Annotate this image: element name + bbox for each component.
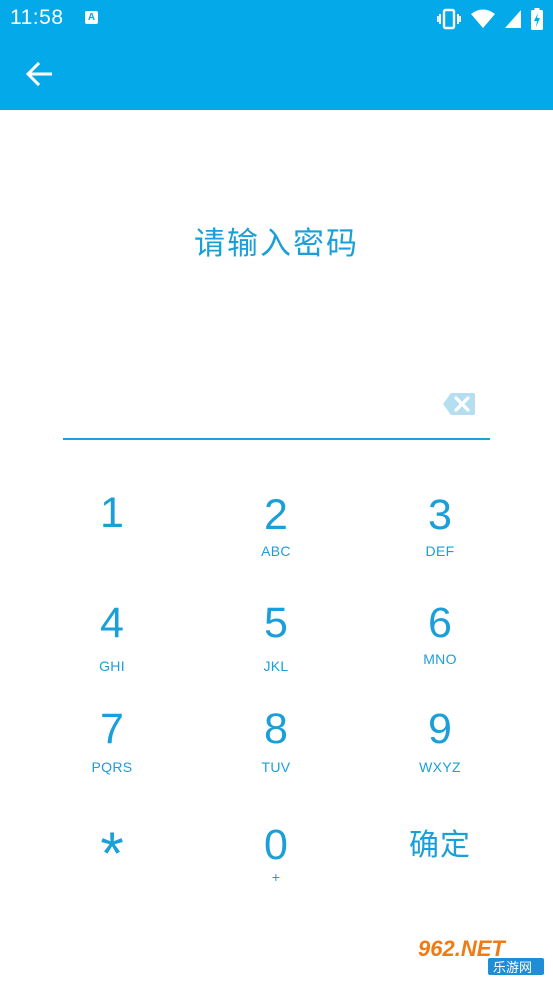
key-1[interactable]: 1: [47, 484, 177, 580]
key-6[interactable]: 6 MNO: [375, 592, 505, 688]
app-bar: 11:58 A: [0, 0, 553, 110]
password-underline: [63, 438, 490, 440]
cell-signal-icon: [505, 10, 521, 28]
key-digit: 7: [100, 705, 124, 753]
confirm-button[interactable]: 确定: [375, 814, 505, 910]
notification-icon: A: [85, 11, 98, 24]
svg-text:乐游网: 乐游网: [493, 961, 532, 976]
key-2[interactable]: 2 ABC: [211, 484, 341, 580]
key-digit: 2: [264, 491, 288, 539]
wifi-icon: [471, 9, 495, 28]
key-letters: WXYZ: [419, 759, 461, 775]
key-letters: JKL: [263, 658, 289, 674]
key-letters: ABC: [261, 543, 291, 559]
battery-charging-icon: [531, 8, 543, 30]
vibrate-icon: [437, 8, 461, 30]
key-star[interactable]: *: [47, 814, 177, 910]
key-symbol: *: [100, 820, 124, 887]
confirm-label: 确定: [409, 829, 471, 862]
key-3[interactable]: 3 DEF: [375, 484, 505, 580]
status-time: 11:58: [10, 6, 64, 29]
key-0[interactable]: 0 +: [211, 814, 341, 910]
key-letters: DEF: [425, 543, 455, 559]
status-bar: 11:58 A: [0, 0, 553, 38]
key-letters: MNO: [423, 651, 457, 667]
key-4[interactable]: 4 GHI: [47, 592, 177, 688]
key-letters: TUV: [261, 759, 291, 775]
key-digit: 4: [100, 599, 124, 647]
key-letters: GHI: [99, 658, 125, 674]
backspace-icon[interactable]: [442, 392, 476, 416]
key-digit: 5: [264, 599, 288, 647]
key-7[interactable]: 7 PQRS: [47, 700, 177, 796]
status-icons: [437, 6, 543, 32]
arrow-left-icon: [26, 62, 52, 86]
password-input[interactable]: [63, 384, 437, 426]
key-digit: 6: [428, 599, 452, 647]
key-digit: 3: [428, 491, 452, 539]
key-letters: +: [271, 869, 281, 885]
key-digit: 9: [428, 705, 452, 753]
back-button[interactable]: [18, 55, 60, 93]
key-digit: 1: [100, 489, 124, 537]
key-digit: 8: [264, 705, 288, 753]
key-8[interactable]: 8 TUV: [211, 700, 341, 796]
key-letters: PQRS: [91, 759, 133, 775]
key-digit: 0: [264, 821, 288, 869]
key-5[interactable]: 5 JKL: [211, 592, 341, 688]
key-9[interactable]: 9 WXYZ: [375, 700, 505, 796]
page-title: 请输入密码: [194, 226, 359, 261]
svg-text:962.NET: 962.NET: [418, 936, 506, 961]
watermark-logo: 962.NET 乐游网: [414, 934, 546, 976]
